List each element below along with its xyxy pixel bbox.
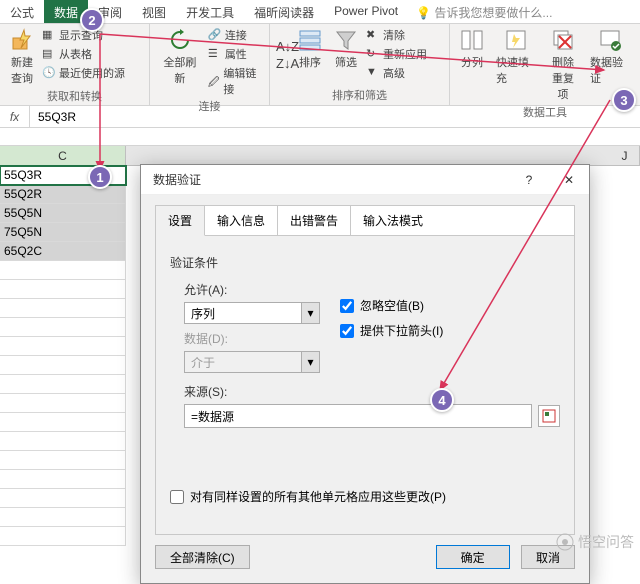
sort-asc-icon: A↓Z <box>276 39 290 53</box>
annotation-2: 2 <box>80 8 104 32</box>
validation-icon <box>598 28 622 52</box>
tab-view[interactable]: 视图 <box>132 0 176 23</box>
source-input[interactable] <box>184 404 532 428</box>
range-picker-icon <box>542 409 556 423</box>
tab-settings[interactable]: 设置 <box>156 206 205 236</box>
cell-c2[interactable]: 55Q2R <box>0 185 126 204</box>
chevron-down-icon: ▾ <box>302 351 320 373</box>
connections-button[interactable]: 🔗连接 <box>208 26 263 44</box>
tab-ime-mode[interactable]: 输入法模式 <box>351 206 435 235</box>
new-query-button[interactable]: 新建 查询 <box>6 26 38 88</box>
edit-links-button[interactable]: 🖉编辑链接 <box>208 64 263 98</box>
col-C[interactable]: C <box>0 146 126 165</box>
group-connections: 连接 <box>156 98 263 116</box>
dialog-close-button[interactable]: ✕ <box>549 165 589 195</box>
group-data-tools: 数据工具 <box>456 104 634 122</box>
fx-value[interactable]: 55Q3R <box>30 110 76 124</box>
tab-powerpivot[interactable]: Power Pivot <box>324 0 408 23</box>
recent-icon: 🕓 <box>42 66 56 80</box>
reapply-icon: ↻ <box>366 47 380 61</box>
dialog-titlebar[interactable]: 数据验证 ? ✕ <box>141 165 589 195</box>
apply-all-checkbox[interactable]: 对有同样设置的所有其他单元格应用这些更改(P) <box>170 488 560 505</box>
clear-all-button[interactable]: 全部清除(C) <box>155 545 250 569</box>
from-table-button[interactable]: ▤从表格 <box>42 45 125 63</box>
grid-icon: ▦ <box>42 28 56 42</box>
tab-foxit[interactable]: 福昕阅读器 <box>244 0 324 23</box>
reapply-button[interactable]: ↻重新应用 <box>366 45 427 63</box>
properties-button[interactable]: ☰属性 <box>208 45 263 63</box>
allow-input[interactable] <box>184 302 302 324</box>
editlinks-icon: 🖉 <box>208 74 221 88</box>
dropdown-checkbox[interactable]: 提供下拉箭头(I) <box>340 322 443 339</box>
remove-dup-icon <box>551 28 575 52</box>
tab-input-message[interactable]: 输入信息 <box>205 206 278 235</box>
sort-desc-button[interactable]: Z↓A <box>276 55 290 71</box>
cell-c5[interactable]: 65Q2C <box>0 242 126 261</box>
group-sort-filter: 排序和筛选 <box>276 87 443 105</box>
cell-c3[interactable]: 55Q5N <box>0 204 126 223</box>
flash-fill-button[interactable]: 快速填充 <box>492 26 540 104</box>
advanced-button[interactable]: ▼高级 <box>366 64 427 82</box>
sort-desc-icon: Z↓A <box>276 56 290 70</box>
tab-developer[interactable]: 开发工具 <box>176 0 244 23</box>
remove-duplicates-button[interactable]: 删除 重复项 <box>544 26 582 104</box>
dialog-help-button[interactable]: ? <box>509 165 549 195</box>
watermark-icon <box>556 533 574 551</box>
database-lightning-icon <box>10 28 34 52</box>
group-get-transform: 获取和转换 <box>6 88 143 106</box>
properties-icon: ☰ <box>208 47 222 61</box>
column-headers: C J <box>0 146 640 166</box>
flash-fill-icon <box>504 28 528 52</box>
cell-empty[interactable] <box>0 261 126 280</box>
text-to-columns-button[interactable]: 分列 <box>456 26 488 104</box>
sort-icon <box>298 28 322 52</box>
link-icon: 🔗 <box>208 28 222 42</box>
source-label: 来源(S): <box>184 383 560 400</box>
advanced-icon: ▼ <box>366 66 380 80</box>
clear-filter-button[interactable]: ✖清除 <box>366 26 427 44</box>
allow-combo[interactable]: ▾ <box>184 302 320 324</box>
allow-label: 允许(A): <box>184 281 320 298</box>
tab-formula[interactable]: 公式 <box>0 0 44 23</box>
data-combo: ▾ <box>184 351 320 373</box>
ok-button[interactable]: 确定 <box>436 545 510 569</box>
fx-label[interactable]: fx <box>0 106 30 127</box>
chevron-down-icon[interactable]: ▾ <box>302 302 320 324</box>
recent-sources-button[interactable]: 🕓最近使用的源 <box>42 64 125 82</box>
annotation-1: 1 <box>88 165 112 189</box>
range-picker-button[interactable] <box>538 405 560 427</box>
dialog-tabs: 设置 输入信息 出错警告 输入法模式 <box>155 205 575 235</box>
ribbon: 新建 查询 ▦显示查询 ▤从表格 🕓最近使用的源 获取和转换 全部刷新 🔗连接 … <box>0 24 640 106</box>
ignore-blank-checkbox[interactable]: 忽略空值(B) <box>340 297 443 314</box>
data-label: 数据(D): <box>184 330 320 347</box>
col-J[interactable]: J <box>610 146 640 165</box>
tab-error-alert[interactable]: 出错警告 <box>278 206 351 235</box>
dialog-title: 数据验证 <box>153 171 509 188</box>
sort-asc-button[interactable]: A↓Z <box>276 38 290 54</box>
filter-button[interactable]: 筛选 <box>330 26 362 82</box>
funnel-icon <box>334 28 358 52</box>
annotation-3: 3 <box>612 88 636 112</box>
watermark: 悟空问答 <box>556 532 634 552</box>
sort-button[interactable]: 排序 <box>294 26 326 82</box>
clear-icon: ✖ <box>366 28 380 42</box>
data-validation-dialog: 数据验证 ? ✕ 设置 输入信息 出错警告 输入法模式 验证条件 允许(A): … <box>140 164 590 584</box>
refresh-icon <box>168 28 192 52</box>
data-input <box>184 351 302 373</box>
annotation-4: 4 <box>430 388 454 412</box>
validation-criteria-label: 验证条件 <box>170 254 560 271</box>
cell-c4[interactable]: 75Q5N <box>0 223 126 242</box>
table-icon: ▤ <box>42 47 56 61</box>
tell-me[interactable]: 💡 告诉我您想要做什么... <box>408 0 560 23</box>
text-to-col-icon <box>460 28 484 52</box>
refresh-all-button[interactable]: 全部刷新 <box>156 26 204 98</box>
